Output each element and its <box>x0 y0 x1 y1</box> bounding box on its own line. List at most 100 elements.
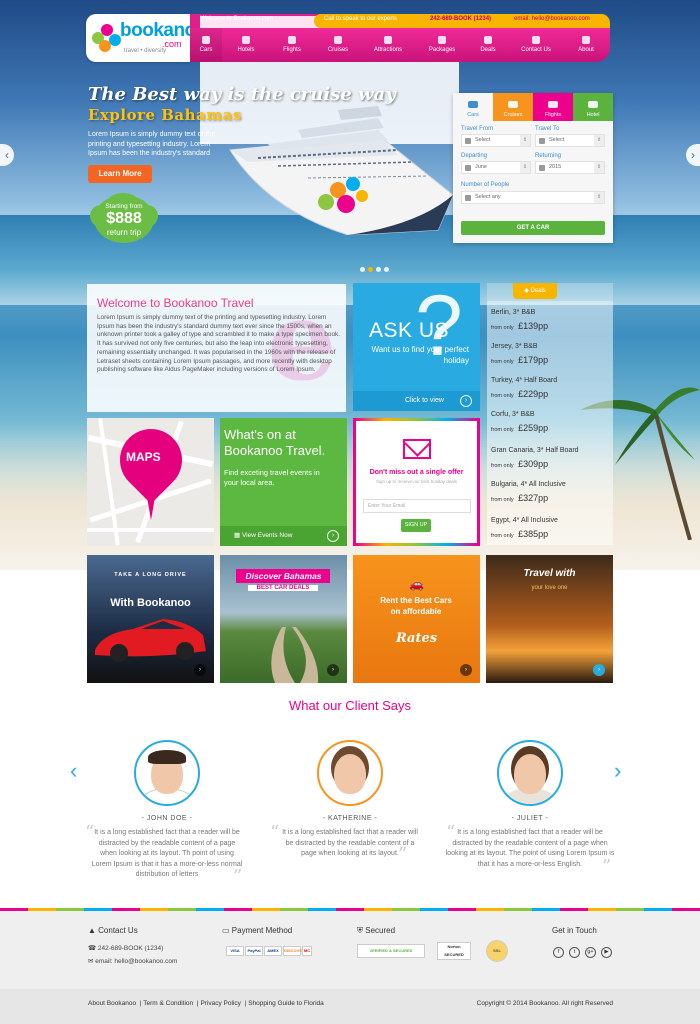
car-icon: 🚗 <box>409 577 424 591</box>
learn-more-button[interactable]: Learn More <box>88 165 152 183</box>
get-in-touch-title: Get in Touch <box>552 926 597 935</box>
travel-to-select[interactable]: Select ⇕ <box>535 134 605 147</box>
google-plus-icon[interactable]: g+ <box>585 947 596 958</box>
testimonial-prev-button[interactable]: ‹ <box>70 758 77 784</box>
envelope-icon <box>403 439 431 459</box>
arrow-right-icon: › <box>327 530 339 542</box>
link-privacy[interactable]: Privacy Policy <box>200 1000 240 1007</box>
link-about[interactable]: About Bookanoo <box>88 1000 136 1007</box>
ask-us-panel[interactable]: ? ASK US Want us to find your perfect ho… <box>353 283 480 411</box>
slider-dot[interactable] <box>384 267 389 272</box>
departing-label: Departing <box>461 153 488 159</box>
people-icon <box>465 195 471 201</box>
car-icon <box>202 36 210 44</box>
promo-drive-tile[interactable]: TAKE A LONG DRIVE With Bookanoo › <box>87 555 214 683</box>
contact-title: ▲ Contact Us <box>88 926 138 935</box>
link-terms[interactable]: Term & Condition <box>143 1000 193 1007</box>
maps-tile[interactable]: MAPS <box>87 418 214 546</box>
hero-subtitle: Explore Bahamas <box>88 106 242 124</box>
quote-close-icon: ” <box>398 844 408 865</box>
cruise-ship-image <box>229 106 454 235</box>
nav-attractions[interactable]: Attractions <box>366 28 410 62</box>
welcome-title: Welcome to Bookanoo Travel <box>97 296 254 310</box>
slider-dot[interactable] <box>360 267 365 272</box>
hotel-icon <box>588 101 598 108</box>
car-icon <box>468 101 478 108</box>
slider-dot-active[interactable] <box>368 267 373 272</box>
visa-icon: VISA <box>226 946 244 956</box>
arrow-right-icon: › <box>194 664 206 676</box>
call-label: Call to speak to our experts <box>324 16 398 22</box>
header-phone[interactable]: 242-689-BOOK (1234) <box>430 16 491 22</box>
tab-flights[interactable]: Flights <box>533 93 573 121</box>
promo-love-tile[interactable]: Travel with your love one › <box>486 555 613 683</box>
top-bar: Welcome to Bookanoo.com Call to speak to… <box>190 14 610 144</box>
deal-item[interactable]: Bulgaria, 4* All Inclusive from only £327… <box>491 481 566 506</box>
ship-icon <box>508 101 518 108</box>
promo-rent-tile[interactable]: 🚗 Rent the Best Cars on affordable Rates… <box>353 555 480 683</box>
tab-cruises[interactable]: Cruises <box>493 93 533 121</box>
youtube-icon[interactable]: ▶ <box>601 947 612 958</box>
departing-select[interactable]: June ⇕ <box>461 161 531 174</box>
people-select[interactable]: Select any ⇕ <box>461 191 605 204</box>
deal-item[interactable]: Corfu, 3* B&B from only £259pp <box>491 411 548 436</box>
badge-line3: return trip <box>106 228 142 237</box>
client-name: - KATHERINE - <box>322 815 378 822</box>
tab-hotel[interactable]: Hotel <box>573 93 613 121</box>
testimonial-next-button[interactable]: › <box>614 758 621 784</box>
header-email[interactable]: email: hello@bookanoo.com <box>514 16 590 22</box>
deal-item[interactable]: Jersey, 3* B&B from only £179pp <box>491 343 548 368</box>
client-name: - JOHN DOE - <box>141 815 193 822</box>
person-icon: ▲ <box>88 926 99 935</box>
deal-item[interactable]: Egypt, 4* All Inclusive from only £385pp <box>491 517 558 542</box>
arrow-right-icon: › <box>460 395 472 407</box>
deals-panel: ◆ Deals Berlin, 3* B&B from only £139pp J… <box>487 283 613 545</box>
deal-item[interactable]: Turkey, 4* Half Board from only £229pp <box>491 377 557 402</box>
logo-tagline: travel • diversity <box>124 48 167 54</box>
copyright: Copyright © 2014 Bookanoo. All right Res… <box>476 1000 613 1007</box>
nav-contact[interactable]: Contact Us <box>514 28 558 62</box>
avatar <box>317 740 383 806</box>
calendar-icon <box>539 165 545 171</box>
tab-cars[interactable]: Cars <box>453 93 493 121</box>
logo[interactable]: bookanoo .com travel • diversity <box>86 14 207 62</box>
client-quote: It is a long established fact that a rea… <box>282 829 418 857</box>
ask-us-link[interactable]: Click to view › <box>353 391 480 411</box>
client-name: - JULIET - <box>511 815 549 822</box>
ask-us-subtitle: Want us to find your perfect holiday <box>371 345 469 365</box>
facebook-icon[interactable]: f <box>553 947 564 958</box>
newsletter-title: Don't miss out a single offer <box>369 469 464 476</box>
promo-bahamas-tile[interactable]: Discover Bahamas BEST CAR DEALS › <box>220 555 347 683</box>
arrow-right-icon: › <box>460 664 472 676</box>
newsletter-email-input[interactable]: Enter Your Email <box>363 499 471 513</box>
calendar-icon: ▦ <box>234 532 242 539</box>
link-shopping-guide[interactable]: Shopping Guide to Florida <box>248 1000 324 1007</box>
nav-packages[interactable]: Packages <box>422 28 462 62</box>
paypal-icon: PayPal <box>245 946 263 956</box>
package-icon <box>438 36 446 44</box>
nav-flights[interactable]: Flights <box>274 28 310 62</box>
calendar-icon <box>465 138 471 144</box>
slider-dot[interactable] <box>376 267 381 272</box>
quote-close-icon: ” <box>602 856 612 877</box>
get-car-button[interactable]: GET A CAR <box>461 221 605 235</box>
nav-hotels[interactable]: Hotels <box>228 28 264 62</box>
footer-email[interactable]: ✉ email: hello@bookanoo.com <box>88 957 177 965</box>
promo-drive-line2: With Bookanoo <box>110 597 191 609</box>
footer-phone[interactable]: ☎ 242-689-BOOK (1234) <box>88 944 163 952</box>
nav-cruises[interactable]: Cruises <box>320 28 356 62</box>
newsletter-tile: Don't miss out a single offer Sign up to… <box>353 418 480 546</box>
sign-up-button[interactable]: SIGN UP <box>401 519 431 532</box>
view-events-link[interactable]: ▦ View Events Now › <box>220 526 347 546</box>
deal-item[interactable]: Gran Canaria, 3* Half Board from only £30… <box>491 447 579 472</box>
nav-cars[interactable]: Cars <box>190 28 222 62</box>
promo-love-line2: your love one <box>531 585 568 591</box>
returning-select[interactable]: 2015 ⇕ <box>535 161 605 174</box>
twitter-icon[interactable]: t <box>569 947 580 958</box>
nav-deals[interactable]: Deals <box>472 28 504 62</box>
nav-about[interactable]: About <box>568 28 604 62</box>
verified-badge: VERIFIED & SECURED <box>357 944 425 958</box>
travel-from-select[interactable]: Select ⇕ <box>461 134 531 147</box>
plane-icon <box>288 36 296 44</box>
deal-item[interactable]: Berlin, 3* B&B from only £139pp <box>491 309 548 334</box>
